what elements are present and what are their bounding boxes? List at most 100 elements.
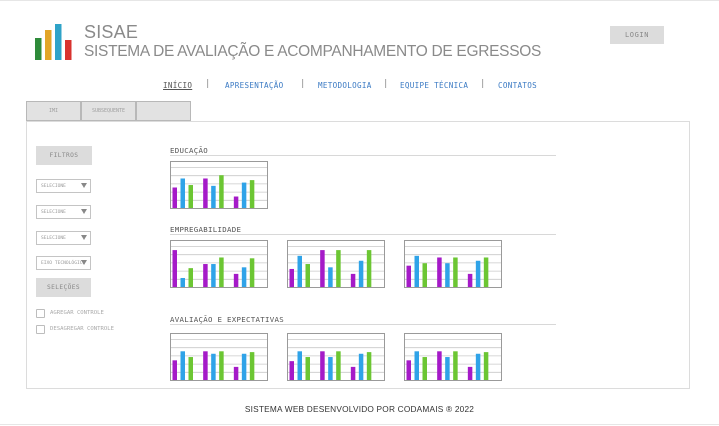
chart-bar [180,351,185,380]
nav-contatos[interactable]: CONTATOS [498,81,537,90]
chart-bar [219,175,224,208]
chart-bar [453,351,458,380]
chart-bar [414,351,419,380]
chart-educacao [170,161,268,209]
eixo-tecnologico-select[interactable]: EIXO TECNOLÓGICO [36,256,91,270]
logo [35,24,72,60]
chevron-down-icon [81,235,87,240]
chevron-down-icon [81,183,87,188]
chart-bar [219,257,224,287]
section-divider [170,234,556,235]
chart-bar [467,273,473,287]
nav-separator: | [300,79,306,89]
chevron-down-icon [81,260,87,265]
section-title-avaliacao: AVALIAÇÃO E EXPECTATIVAS [170,315,284,324]
chart-bar [328,267,333,287]
nav-equipe-tecnica[interactable]: EQUIPE TÉCNICA [400,81,468,90]
section-title-educacao: EDUCAÇÃO [170,146,208,155]
chart-bar [297,351,302,380]
chart-bar [422,357,427,380]
login-button[interactable]: LOGIN [610,26,664,44]
chart-avaliacao-2 [287,333,385,381]
app-title: SISAE [84,22,139,42]
nav-apresentacao[interactable]: APRESENTAÇÃO [225,81,283,90]
chart-bar [320,250,325,287]
chart-bar [366,250,372,287]
chart-bar [445,263,450,287]
chart-bar [188,357,193,380]
chart-bar [445,357,450,380]
chart-bar [305,264,310,287]
chart-bar [233,273,239,287]
chart-bar [453,257,458,287]
select-label: SELECIONE [41,210,66,215]
checkbox-box[interactable] [36,309,45,318]
chart-empregabilidade-1 [170,240,268,288]
select-label: SELECIONE [41,184,66,189]
chart-bar [172,360,177,380]
tab-imi[interactable]: IMI [26,101,81,121]
chart-bar [289,361,294,380]
logo-bar-3 [55,24,62,60]
chart-avaliacao-1 [170,333,268,381]
chart-bar [483,352,489,380]
nav-separator: | [383,79,389,89]
chart-bar [211,264,216,287]
chart-empregabilidade-2 [287,240,385,288]
select-label: EIXO TECNOLÓGICO [41,261,86,266]
section-divider [170,324,556,325]
chart-bar [422,263,427,287]
chart-bar [289,268,294,287]
checkbox-label: DESAGREGAR CONTROLE [50,326,114,332]
top-divider [0,0,719,1]
logo-bar-4 [65,40,72,60]
chart-bar [180,178,185,208]
nav-separator: | [205,79,211,89]
chart-bar [172,250,177,287]
chart-bar [211,353,216,380]
chart-bar [241,267,247,287]
checkbox-box[interactable] [36,325,45,334]
chart-avaliacao-3 [404,333,502,381]
chart-empregabilidade-3 [404,240,502,288]
chart-bar [437,257,442,287]
chart-bar [475,260,481,287]
chart-bar [437,351,442,380]
chart-bar [233,196,239,208]
main-nav: INÍCIO | APRESENTAÇÃO | METODOLOGIA | EQ… [0,78,719,94]
chart-bar [328,357,333,380]
filter-select-3[interactable]: SELECIONE [36,231,91,245]
chart-bar [336,351,341,380]
chart-bar [336,250,341,287]
nav-inicio[interactable]: INÍCIO [163,81,192,90]
chart-bar [249,352,255,380]
chart-bar [219,351,224,380]
tab-subsequente[interactable]: SUBSEQUENTE [81,101,136,121]
chart-bar [249,258,255,287]
chart-bar [233,366,239,380]
selections-button[interactable]: SELEÇÕES [36,278,91,297]
chart-bar [188,185,193,208]
logo-bar-2 [45,30,52,60]
chart-bar [241,182,247,208]
chart-bar [172,187,177,208]
chart-bar [180,277,185,287]
tab-empty[interactable] [136,101,191,121]
app-subtitle: SISTEMA DE AVALIAÇÃO E ACOMPANHAMENTO DE… [84,43,542,60]
select-label: SELECIONE [41,236,66,241]
chart-bar [203,264,208,287]
chart-bar [211,185,216,208]
chart-bar [350,273,356,287]
bottom-divider [0,424,719,425]
footer-credits: SISTEMA WEB DESENVOLVIDO POR CODAMAIS ® … [244,404,475,414]
nav-metodologia[interactable]: METODOLOGIA [318,81,372,90]
chevron-down-icon [81,209,87,214]
chart-bar [203,178,208,208]
chart-bar [358,260,364,287]
filters-button[interactable]: FILTROS [36,146,92,165]
chart-bar [188,268,193,287]
logo-bar-1 [35,38,42,60]
filter-select-1[interactable]: SELECIONE [36,179,91,193]
filter-select-2[interactable]: SELECIONE [36,205,91,219]
chart-bar [297,255,302,287]
